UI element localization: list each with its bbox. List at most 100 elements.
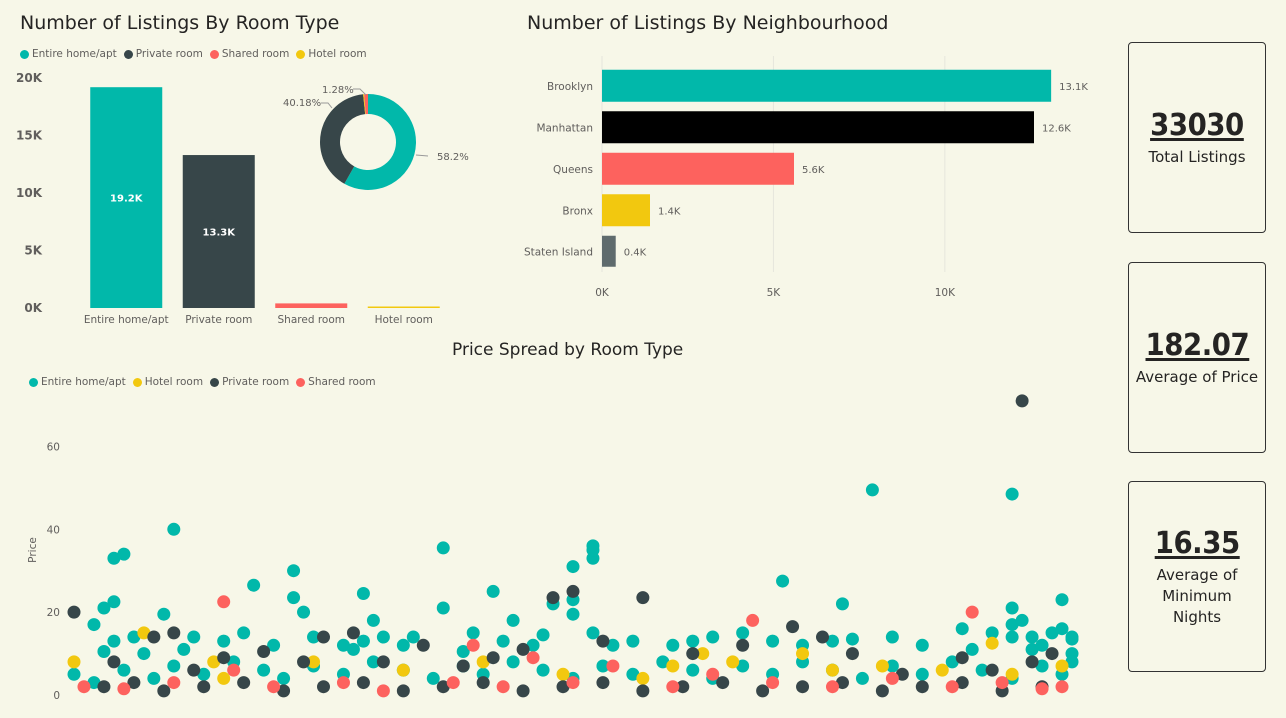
scatter-point-entire-home-apt <box>965 642 979 656</box>
scatter-point-private-room <box>396 684 410 698</box>
scatter-point-hotel-room <box>1055 659 1069 673</box>
kpi-card-total-listings[interactable]: 33030 Total Listings <box>1128 42 1266 233</box>
scatter-point-private-room <box>197 680 211 694</box>
scatter-point-private-room <box>1015 394 1029 408</box>
scatter-point-entire-home-apt <box>187 630 201 644</box>
scatter-point-entire-home-apt <box>915 638 929 652</box>
scatter-point-entire-home-apt <box>885 630 899 644</box>
kpi-value: 33030 <box>1150 107 1244 143</box>
scatter-point-private-room <box>97 680 111 694</box>
scatter-point-shared-room <box>965 605 979 619</box>
kpi-label: Average of Price <box>1135 367 1259 386</box>
scatter-point-private-room <box>596 676 610 690</box>
scatter-point-shared-room <box>885 671 899 685</box>
scatter-point-entire-home-apt <box>147 671 161 685</box>
y-tick-label: 15K <box>16 129 43 143</box>
scatter-point-private-room <box>636 591 650 605</box>
scatter-point-entire-home-apt <box>486 584 500 598</box>
scatter-point-entire-home-apt <box>346 642 360 656</box>
scatter-point-private-room <box>356 676 370 690</box>
scatter-point-entire-home-apt <box>835 597 849 611</box>
donut-label: 58.2% <box>437 152 469 163</box>
scatter-point-entire-home-apt <box>426 671 440 685</box>
scatter-point-entire-home-apt <box>287 591 301 605</box>
y-tick-label: 20K <box>16 71 43 85</box>
scatter-point-entire-home-apt <box>706 630 720 644</box>
scatter-point-hotel-room <box>67 655 81 669</box>
scatter-point-hotel-room <box>796 647 810 661</box>
scatter-point-shared-room <box>376 684 390 698</box>
scatter-point-entire-home-apt <box>845 632 859 646</box>
y-tick-label: 60 <box>47 441 60 453</box>
donut-leader-line <box>321 102 333 109</box>
scatter-point-hotel-room <box>875 659 889 673</box>
scatter-point-entire-home-apt <box>67 667 81 681</box>
scatter-point-private-room <box>845 647 859 661</box>
y-tick-label: 40 <box>47 524 60 536</box>
bar-manhattan <box>602 111 1034 144</box>
scatter-point-entire-home-apt <box>736 626 750 640</box>
scatter-point-private-room <box>486 651 500 665</box>
scatter-point-private-room <box>915 680 929 694</box>
scatter-point-private-room <box>107 655 121 669</box>
y-tick-label: 0K <box>24 301 42 315</box>
scatter-point-private-room <box>456 659 470 673</box>
price-spread-svg: 0 20 40 60 Price <box>27 394 1079 702</box>
scatter-point-private-room <box>257 645 271 658</box>
scatter-point-entire-home-apt <box>1025 630 1039 644</box>
scatter-point-entire-home-apt <box>167 659 181 673</box>
x-tick-label: Private room <box>185 314 252 326</box>
scatter-point-private-room <box>955 651 969 665</box>
data-label: 13.3K <box>203 228 237 239</box>
scatter-point-shared-room <box>267 680 281 694</box>
y-tick-label: Brooklyn <box>547 81 593 93</box>
scatter-point-entire-home-apt <box>626 634 640 648</box>
price-spread-chart: Price Spread by Room Type Entire home/ap… <box>0 335 1100 718</box>
scatter-point-shared-room <box>117 682 131 696</box>
bar-queens <box>602 152 794 185</box>
scatter-point-private-room <box>516 642 530 656</box>
y-tick-label: Queens <box>553 164 593 176</box>
kpi-label: Average of Minimum Nights <box>1156 565 1238 626</box>
scatter-point-private-room <box>297 655 311 669</box>
scatter-point-entire-home-apt <box>586 543 600 557</box>
scatter-point-private-room <box>756 684 770 698</box>
scatter-point-private-room <box>147 630 161 644</box>
scatter-point-entire-home-apt <box>1055 593 1069 607</box>
donut-leader-line <box>415 154 429 157</box>
scatter-point-private-room <box>1025 655 1039 669</box>
donut-label: 40.18% <box>283 98 321 109</box>
scatter-point-entire-home-apt <box>167 522 181 536</box>
scatter-point-entire-home-apt <box>566 560 580 574</box>
scatter-point-private-room <box>736 638 750 652</box>
neighbourhood-chart: Number of Listings By Neighbourhood 0K 5K… <box>520 0 1110 335</box>
bar-hotel-room <box>367 306 440 308</box>
scatter-point-entire-home-apt <box>436 541 450 555</box>
scatter-point-hotel-room <box>556 667 570 681</box>
kpi-card-average-price[interactable]: 182.07 Average of Price <box>1128 262 1266 453</box>
scatter-point-hotel-room <box>636 671 650 685</box>
scatter-point-entire-home-apt <box>1005 630 1019 644</box>
scatter-point-entire-home-apt <box>237 626 251 640</box>
kpi-label: Total Listings <box>1148 147 1246 166</box>
bar-staten-island <box>602 235 616 267</box>
scatter-point-private-room <box>816 630 829 644</box>
scatter-point-hotel-room <box>985 636 999 650</box>
scatter-point-shared-room <box>746 613 760 627</box>
scatter-point-private-room <box>157 684 171 698</box>
scatter-point-private-room <box>1045 647 1059 661</box>
bar-brooklyn <box>602 69 1052 102</box>
scatter-point-entire-home-apt <box>376 630 390 644</box>
scatter-point-entire-home-apt <box>766 634 780 648</box>
scatter-point-shared-room <box>1055 680 1069 694</box>
y-tick-label: Bronx <box>562 205 593 217</box>
kpi-card-average-min-nights[interactable]: 16.35 Average of Minimum Nights <box>1128 481 1266 672</box>
scatter-point-entire-home-apt <box>247 578 261 592</box>
scatter-point-private-room <box>596 634 610 648</box>
scatter-point-shared-room <box>995 676 1009 690</box>
scatter-point-entire-home-apt <box>955 622 969 636</box>
scatter-point-entire-home-apt <box>366 613 380 627</box>
scatter-point-shared-room <box>706 667 720 681</box>
data-label: 19.2K <box>110 194 144 205</box>
scatter-point-private-room <box>187 663 201 677</box>
